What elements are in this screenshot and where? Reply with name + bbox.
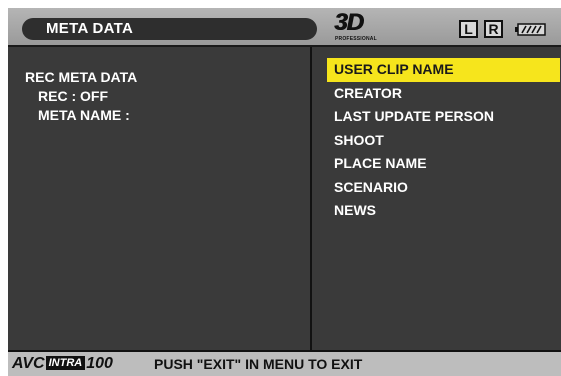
page-title: META DATA xyxy=(22,18,317,40)
menu-item-shoot[interactable]: SHOOT xyxy=(327,129,560,153)
logo-3d-text: 3D xyxy=(334,9,364,36)
menu-item-news[interactable]: NEWS xyxy=(327,199,560,223)
rec-meta-data-heading: REC META DATA xyxy=(25,69,138,85)
codec-badge: INTRA xyxy=(45,356,86,370)
panel-divider xyxy=(310,47,312,350)
rec-status: REC : OFF xyxy=(38,88,108,104)
logo-professional-text: PROFESSIONAL xyxy=(335,36,377,42)
menu-item-last-update-person[interactable]: LAST UPDATE PERSON xyxy=(327,105,560,129)
menu-item-user-clip-name[interactable]: USER CLIP NAME xyxy=(327,58,560,82)
channel-right-indicator: R xyxy=(484,20,503,38)
exit-instruction: PUSH "EXIT" IN MENU TO EXIT xyxy=(154,356,363,372)
meta-name-value: META NAME : xyxy=(38,107,130,123)
3d-professional-logo: 3D PROFESSIONAL xyxy=(334,9,384,44)
header-bar: META DATA 3D PROFESSIONAL L R xyxy=(8,8,561,47)
codec-prefix: AVC xyxy=(12,355,45,372)
rec-meta-data-panel: REC META DATA REC : OFF META NAME : xyxy=(25,68,137,125)
meta-data-menu: USER CLIP NAME CREATOR LAST UPDATE PERSO… xyxy=(327,58,560,223)
footer-bar: AVC INTRA 100 PUSH "EXIT" IN MENU TO EXIT xyxy=(8,350,561,376)
menu-item-scenario[interactable]: SCENARIO xyxy=(327,176,560,200)
avc-intra-100-logo: AVC INTRA 100 xyxy=(12,355,113,373)
channel-left-indicator: L xyxy=(459,20,478,38)
battery-icon xyxy=(514,23,546,36)
menu-item-place-name[interactable]: PLACE NAME xyxy=(327,152,560,176)
camera-menu-screen: META DATA 3D PROFESSIONAL L R REC META D… xyxy=(8,8,561,376)
menu-item-creator[interactable]: CREATOR xyxy=(327,82,560,106)
codec-suffix: 100 xyxy=(86,355,113,372)
